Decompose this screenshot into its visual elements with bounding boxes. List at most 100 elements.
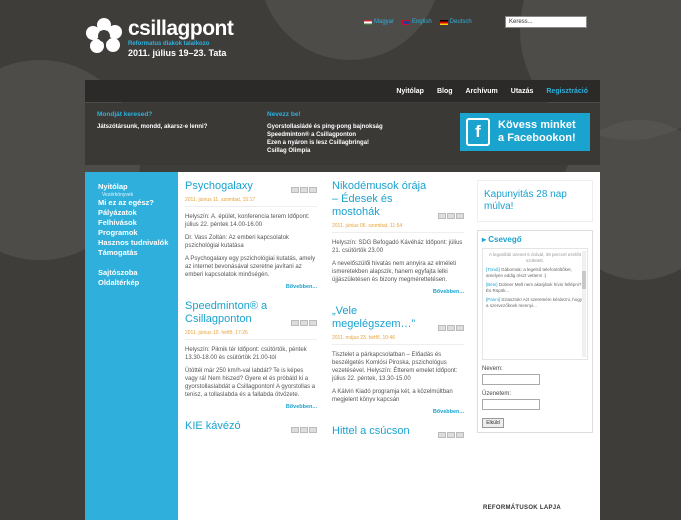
sidenav-item-calls[interactable]: Felhívások [98, 218, 178, 228]
sidenav-item-about[interactable]: Mi ez az egész? [98, 198, 178, 208]
post-paragraph: A Kálvin Kiadó programja két, a közelmúl… [332, 389, 453, 403]
pdf-icon[interactable] [447, 432, 455, 438]
nav-item-archive[interactable]: Archívum [466, 88, 498, 95]
promo-link[interactable]: Ezen a nyáron is lesz Csillagbringa! [267, 139, 447, 147]
email-icon[interactable] [456, 432, 464, 438]
promo-link[interactable]: Gyorstollasládé és ping-pong bajnokság [267, 123, 447, 131]
sidenav-item-applications[interactable]: Pályázatok [98, 208, 178, 218]
lang-label: Deutsch [449, 19, 472, 25]
posts-column-2: Nikodémusok órája – Édesek és mostohák 2… [332, 180, 464, 448]
print-icon[interactable] [438, 213, 446, 219]
page-background: csillagpont Reformatus diakok talalkozo … [0, 0, 681, 520]
uk-flag-icon [402, 19, 411, 25]
post-title-link[interactable]: Hittel a csúcson [332, 425, 464, 438]
pdf-icon[interactable] [447, 325, 455, 331]
email-icon[interactable] [456, 325, 464, 331]
email-icon[interactable] [309, 427, 317, 433]
sidenav-item-press[interactable]: Sajtószoba [98, 268, 178, 278]
share-icons [291, 187, 317, 193]
sidenav-item-info[interactable]: Hasznos tudnivalók [98, 238, 178, 248]
read-more-link[interactable]: Bővebben... [332, 289, 464, 295]
sidenav-item-programs[interactable]: Programok [98, 228, 178, 238]
sidenav-item-sitemap[interactable]: Oldaltérkép [98, 278, 178, 288]
print-icon[interactable] [438, 325, 446, 331]
post-title-link[interactable]: KIE kávézó [185, 420, 317, 433]
search-input[interactable]: Keress... [505, 16, 587, 28]
promo-link[interactable]: Játszótársunk, mondd, akarsz-e lenni? [97, 123, 247, 131]
promo-heading[interactable]: Nevezz be! [267, 111, 447, 119]
print-icon[interactable] [291, 187, 299, 193]
promo-column-1: Mondját keresed? Játszótársunk, mondd, a… [97, 111, 247, 131]
language-selector: Magyar English Deutsch [364, 19, 472, 25]
chat-message: [Béni] Dobner Mell nem akarjátok hívni f… [486, 282, 582, 293]
promo-link[interactable]: Csillag Olimpia [267, 147, 447, 155]
pdf-icon[interactable] [300, 320, 308, 326]
chat-message: [Tündi] Gábornak: a legelső telefontöltő… [486, 267, 572, 278]
facebook-line-2: a Facebookon! [498, 132, 576, 144]
chat-widget: ▸ Csevegő A legutóbbi üzenet 6 órával, 3… [477, 230, 593, 433]
facebook-banner[interactable]: f Kövess minket a Facebookon! [460, 113, 590, 151]
post-paragraph: Ütöttél már 250 km/h-val labdát? Te is k… [185, 368, 316, 398]
email-icon[interactable] [309, 320, 317, 326]
chat-messages[interactable]: A legutóbbi üzenet 6 órával, 39 perccel … [482, 248, 588, 360]
site-logo[interactable]: csillagpont Reformatus diakok talalkozo … [86, 17, 234, 58]
posts-column-1: Psychogalaxy 2011. június 11. szombat, 1… [185, 180, 317, 443]
partner-logo[interactable]: REFORMÁTUSOK LAPJA [483, 505, 561, 511]
main-nav: Nyitólap Blog Archívum Utazás Regisztrác… [85, 80, 600, 102]
post-title-link[interactable]: „Vele megelégszem…” [332, 305, 464, 331]
nav-item-blog[interactable]: Blog [437, 88, 453, 95]
post-paragraph: A Psychogalaxy egy pszichológiai kutatás… [185, 256, 316, 278]
lang-en[interactable]: English [402, 19, 432, 25]
right-sidebar: Kapunyitás 28 nap múlva! ▸ Csevegő A leg… [477, 180, 593, 433]
share-icons [438, 213, 464, 219]
post-paragraph: Helyszín: SDG Befogadó Kávéház Időpont: … [332, 240, 463, 254]
post-title-link[interactable]: Speedminton® a Csillagponton [185, 300, 317, 326]
nav-item-registration[interactable]: Regisztráció [546, 88, 588, 95]
post-date: 2011. június 10. hétfő, 17:26 [185, 330, 317, 340]
post-paragraph: Helyszín: A. épület, konferencia terem I… [185, 214, 310, 228]
blog-post: Hittel a csúcson [332, 425, 464, 438]
print-icon[interactable] [291, 320, 299, 326]
lang-de[interactable]: Deutsch [439, 19, 472, 25]
post-date: 2011. május 23. hétfő, 10:46 [332, 335, 464, 345]
side-navigation: Nyitólap Vezérkönyvek Mi ez az egész? Pá… [85, 172, 178, 520]
facebook-line-1: Kövess minket [498, 119, 576, 131]
promo-strip: Mondját keresed? Játszótársunk, mondd, a… [85, 103, 600, 165]
pdf-icon[interactable] [300, 187, 308, 193]
email-icon[interactable] [456, 213, 464, 219]
lang-hu[interactable]: Magyar [364, 19, 394, 25]
chat-scrollbar[interactable] [582, 251, 586, 357]
nav-item-home[interactable]: Nyitólap [396, 88, 424, 95]
print-icon[interactable] [291, 427, 299, 433]
print-icon[interactable] [438, 432, 446, 438]
blog-post: Psychogalaxy 2011. június 11. szombat, 1… [185, 180, 317, 290]
post-title-link[interactable]: Nikodémusok órája – Édesek és mostohák [332, 180, 464, 219]
promo-link[interactable]: Speedminton® a Csillagponton [267, 131, 447, 139]
post-paragraph: Helyszín: Piknik tér Időpont: csütörtök,… [185, 347, 307, 361]
chat-message: [Panni] Sziasztok! Azt szeretném kérdezn… [486, 297, 583, 308]
send-button[interactable]: Elküld [482, 418, 504, 428]
read-more-link[interactable]: Bővebben... [185, 404, 317, 410]
sidenav-item-home[interactable]: Nyitólap [98, 182, 178, 192]
promo-column-2: Nevezz be! Gyorstollasládé és ping-pong … [267, 111, 447, 155]
read-more-link[interactable]: Bővebben... [332, 409, 464, 415]
post-paragraph: A nevelőszülői hivatás nem annyira az el… [332, 261, 457, 283]
promo-heading[interactable]: Mondját keresed? [97, 111, 247, 119]
main-content: Nyitólap Vezérkönyvek Mi ez az egész? Pá… [85, 172, 600, 520]
message-label: Üzenetem: [482, 391, 512, 397]
read-more-link[interactable]: Bővebben... [185, 284, 317, 290]
background-decoration [260, 0, 440, 60]
brand-name: csillagpont [128, 17, 234, 40]
name-label: Nevem: [482, 366, 503, 372]
chat-system-message: A legutóbbi üzenet 6 órával, 39 perccel … [488, 252, 582, 263]
post-date: 2011. június 11. szombat, 15:17 [185, 197, 317, 207]
pdf-icon[interactable] [300, 427, 308, 433]
name-field[interactable] [482, 374, 540, 385]
countdown-box: Kapunyitás 28 nap múlva! [477, 180, 593, 222]
nav-item-travel[interactable]: Utazás [511, 88, 534, 95]
sidenav-item-support[interactable]: Támogatás [98, 248, 178, 258]
email-icon[interactable] [309, 187, 317, 193]
message-field[interactable] [482, 399, 540, 410]
post-title-link[interactable]: Psychogalaxy [185, 180, 317, 193]
pdf-icon[interactable] [447, 213, 455, 219]
